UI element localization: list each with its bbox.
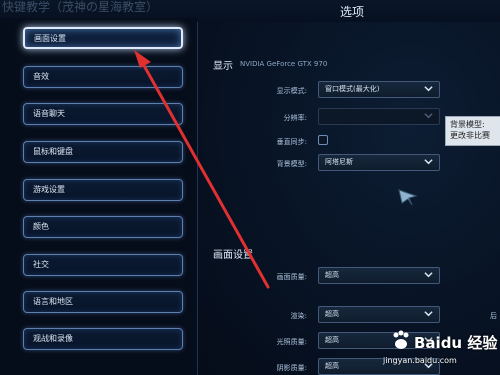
display-mode-label: 显示模式: [276, 87, 307, 95]
tooltip: 背景模型: 更改非比赛 [445, 116, 500, 146]
sidebar-item-gameplay[interactable]: 游戏设置 [23, 179, 183, 201]
sidebar-item-social[interactable]: 社交 [23, 254, 183, 276]
chevron-down-icon [424, 311, 433, 317]
lighting-value: 超高 [325, 336, 339, 344]
display-mode-value: 窗口模式(最大化) [325, 85, 380, 93]
quality-dropdown[interactable]: 超高 [318, 267, 440, 284]
sidebar-item-language-region[interactable]: 语言和地区 [23, 291, 183, 313]
tooltip-text: 更改非比赛 [450, 131, 490, 140]
chevron-down-icon [424, 86, 433, 92]
right-edge-label: 后 [490, 312, 497, 320]
resolution-label: 分辨率: [283, 114, 307, 122]
shadow-label: 阴影质量: [276, 364, 307, 372]
video-watermark: 快键教学（茂神の星海教室） [2, 0, 159, 14]
sidebar-item-sound[interactable]: 音效 [23, 66, 183, 88]
sidebar-item-spectate-replay[interactable]: 观战和录像 [23, 328, 183, 350]
chevron-down-icon [424, 113, 433, 119]
sidebar-item-colors[interactable]: 颜色 [23, 216, 183, 238]
sidebar-item-mouse-keyboard[interactable]: 鼠标和键盘 [23, 141, 183, 163]
tooltip-title: 背景模型: [450, 120, 485, 129]
vsync-checkbox[interactable] [318, 135, 328, 145]
chevron-down-icon [424, 272, 433, 278]
quality-label: 画面质量: [276, 273, 307, 281]
render-value: 超高 [325, 310, 339, 318]
render-dropdown[interactable]: 超高 [318, 306, 440, 323]
window-title: 选项 [340, 5, 365, 19]
display-mode-dropdown[interactable]: 窗口模式(最大化) [318, 81, 440, 98]
baidu-paw-icon [393, 330, 409, 349]
shadow-value: 超高 [325, 362, 339, 370]
sidebar-item-graphics[interactable]: 画面设置 [23, 27, 183, 49]
cursor-icon [398, 189, 418, 206]
chevron-down-icon [424, 159, 433, 165]
section-title-graphics: 画面设置 [213, 250, 253, 261]
vsync-label: 垂直同步: [276, 138, 307, 146]
background-model-value: 阿塔尼斯 [325, 158, 353, 166]
gpu-name: NVIDIA GeForce GTX 970 [240, 60, 328, 68]
baidu-watermark: Baidu 经验 [414, 334, 498, 352]
lighting-label: 光照质量: [276, 338, 307, 346]
render-label: 渲染: [290, 312, 307, 320]
baidu-watermark-url: jingyan.baidu.com [383, 356, 457, 365]
background-model-dropdown[interactable]: 阿塔尼斯 [318, 154, 440, 171]
resolution-dropdown[interactable] [318, 108, 440, 125]
background-model-label: 背景模型: [276, 160, 307, 168]
section-title-display: 显示 [213, 61, 233, 72]
quality-value: 超高 [325, 271, 339, 279]
sidebar-item-voice-chat[interactable]: 语音聊天 [23, 103, 183, 125]
